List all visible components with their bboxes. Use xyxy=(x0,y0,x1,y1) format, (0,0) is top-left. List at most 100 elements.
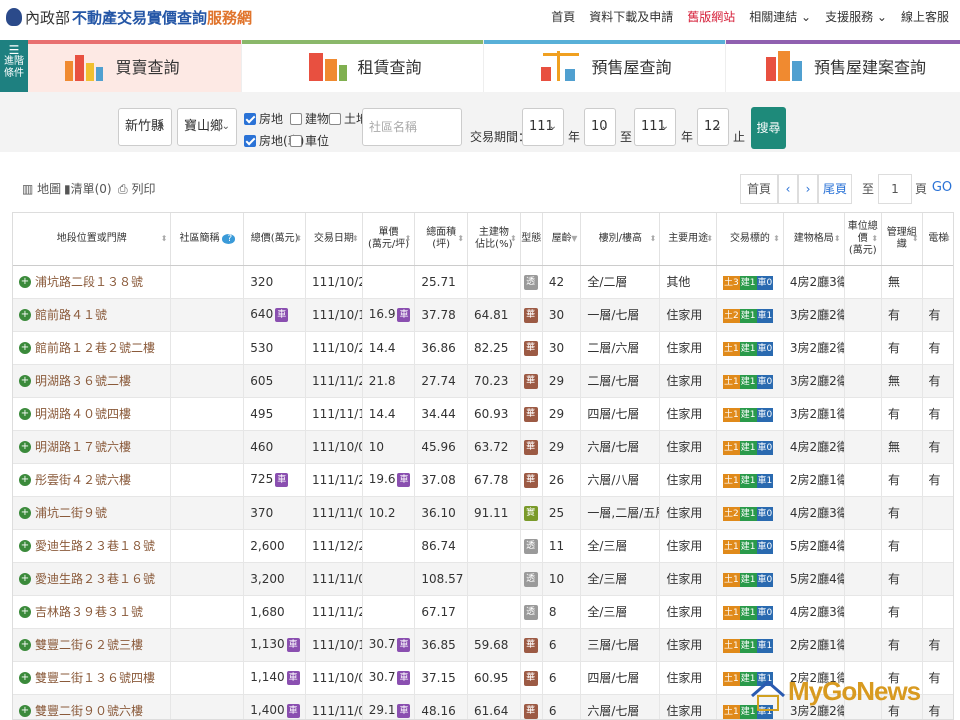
nav-service[interactable]: 線上客服 xyxy=(894,8,956,25)
nav-home[interactable]: 首頁 xyxy=(544,8,582,25)
go-button[interactable]: GO xyxy=(928,174,956,204)
address-cell[interactable]: + 雙豐二街６２號三樓 xyxy=(13,628,172,662)
checkbox-parking[interactable]: 車位 xyxy=(290,132,329,149)
map-button[interactable]: ▥ 地圖 xyxy=(22,180,61,197)
column-header[interactable]: 總價(萬元) ⬍ xyxy=(243,213,307,266)
expand-plus-icon[interactable]: + xyxy=(19,374,31,387)
first-page-button[interactable]: 首頁 xyxy=(740,174,778,204)
address[interactable]: + 館前路４１號 xyxy=(19,306,170,323)
community-input[interactable]: 社區名稱 xyxy=(362,108,462,146)
expand-plus-icon[interactable]: + xyxy=(19,704,31,717)
address[interactable]: + 雙豐二街１３６號四樓 xyxy=(19,669,170,686)
address-text[interactable]: 雙豐二街６２號三樓 xyxy=(35,636,143,653)
table-row[interactable]: + 浦坑路二段１３８號 320111/10/24 25.71 透 42全/二層其他土3建1… xyxy=(13,265,953,299)
page-input[interactable]: 1 xyxy=(878,174,912,204)
sort-icon[interactable]: ⬍ xyxy=(944,233,951,245)
address-text[interactable]: 館前路４１號 xyxy=(35,306,107,323)
column-header[interactable]: 屋齡 ▼ xyxy=(542,213,582,266)
address[interactable]: + 浦坑二街９號 xyxy=(19,504,170,521)
start-month-select[interactable]: 10 ⌄ xyxy=(584,108,616,146)
list-button[interactable]: ▮清單(0) xyxy=(64,180,112,197)
tab-sale[interactable]: 買賣查詢 xyxy=(0,40,241,92)
address[interactable]: + 明湖路３６號二樓 xyxy=(19,372,170,389)
address-text[interactable]: 明湖路４０號四樓 xyxy=(35,405,131,422)
address-cell[interactable]: + 浦坑路二段１３８號 xyxy=(13,265,172,299)
address-text[interactable]: 館前路１２巷２號二樓 xyxy=(35,339,155,356)
sort-icon[interactable]: ⬍ xyxy=(871,233,878,245)
address-text[interactable]: 彤雲街４２號六樓 xyxy=(35,471,131,488)
table-row[interactable]: + 館前路４１號 640車111/10/1316.9車37.7864.81華 30一層… xyxy=(13,298,953,332)
expand-plus-icon[interactable]: + xyxy=(19,473,31,486)
nav-support[interactable]: 支援服務 ⌄ xyxy=(818,8,894,25)
address-text[interactable]: 雙豐二街９０號六樓 xyxy=(35,702,143,719)
sort-icon[interactable]: ⬍ xyxy=(295,233,302,245)
address[interactable]: + 吉林路３９巷３１號 xyxy=(19,603,170,620)
nav-links[interactable]: 相關連結 ⌄ xyxy=(742,8,818,25)
next-page-button[interactable]: › xyxy=(798,174,818,204)
column-header[interactable]: 車位總價 (萬元) ⬍ xyxy=(844,213,883,266)
tab-presale-project[interactable]: 預售屋建案查詢 xyxy=(725,40,960,92)
expand-plus-icon[interactable]: + xyxy=(19,605,31,618)
address-text[interactable]: 浦坑路二段１３８號 xyxy=(35,273,143,290)
column-header[interactable]: 樓別/樓高 ⬍ xyxy=(580,213,661,266)
column-header[interactable]: 電梯 ⬍ xyxy=(922,213,953,266)
address-cell[interactable]: + 明湖路４０號四樓 xyxy=(13,397,172,431)
address[interactable]: + 浦坑路二段１３８號 xyxy=(19,273,170,290)
column-header[interactable]: 主建物 佔比(%) ⬍ xyxy=(467,213,521,266)
expand-plus-icon[interactable]: + xyxy=(19,572,31,585)
expand-plus-icon[interactable]: + xyxy=(19,308,31,321)
help-icon[interactable]: ? xyxy=(221,233,236,244)
address-cell[interactable]: + 雙豐二街１３６號四樓 xyxy=(13,661,172,695)
nav-old-site[interactable]: 舊版網站 xyxy=(680,8,742,25)
address-text[interactable]: 明湖路３６號二樓 xyxy=(35,372,131,389)
address[interactable]: + 明湖路１７號六樓 xyxy=(19,438,170,455)
address[interactable]: + 愛迪生路２３巷１６號 xyxy=(19,570,170,587)
sort-icon[interactable]: ⬍ xyxy=(834,233,841,245)
sort-icon[interactable]: ⬍ xyxy=(405,233,412,245)
table-row[interactable]: + 彤雲街４２號六樓 725車111/11/2619.6車37.0867.78華 26… xyxy=(13,463,953,497)
table-row[interactable]: + 雙豐二街６２號三樓 1,130車111/10/1330.7車36.8559.68… xyxy=(13,628,953,662)
expand-plus-icon[interactable]: + xyxy=(19,638,31,651)
address-text[interactable]: 明湖路１７號六樓 xyxy=(35,438,131,455)
column-header[interactable]: 主要用途 ⬍ xyxy=(659,213,718,266)
address[interactable]: + 館前路１２巷２號二樓 xyxy=(19,339,170,356)
sort-icon[interactable]: ⬍ xyxy=(912,233,919,245)
column-header[interactable]: 交易標的 ⬍ xyxy=(716,213,784,266)
tab-presale[interactable]: 預售屋查詢 xyxy=(483,40,725,92)
address-text[interactable]: 愛迪生路２３巷１６號 xyxy=(35,570,155,587)
town-select[interactable]: 寶山鄉 ⌄ xyxy=(177,108,237,146)
expand-plus-icon[interactable]: + xyxy=(19,275,31,288)
last-page-button[interactable]: 尾頁 xyxy=(818,174,852,204)
search-button[interactable]: 搜尋 xyxy=(751,107,786,149)
table-row[interactable]: + 明湖路４０號四樓 495111/11/1714.434.4460.93華 29四層… xyxy=(13,397,953,431)
expand-plus-icon[interactable]: + xyxy=(19,671,31,684)
site-logo[interactable]: 內政部 不動產交易實價查詢 服務網 xyxy=(6,5,252,29)
start-year-select[interactable]: 111 ⌄ xyxy=(522,108,564,146)
sort-icon[interactable]: ⬍ xyxy=(352,233,359,245)
expand-plus-icon[interactable]: + xyxy=(19,407,31,420)
expand-plus-icon[interactable]: + xyxy=(19,539,31,552)
table-row[interactable]: + 愛迪生路２３巷１８號 2,600111/12/20 86.74 透 11全/三層住家用… xyxy=(13,529,953,563)
sort-icon[interactable]: ⬍ xyxy=(457,233,464,245)
county-select[interactable]: 新竹縣 ⬍ xyxy=(118,108,172,146)
address[interactable]: + 雙豐二街６２號三樓 xyxy=(19,636,170,653)
address-cell[interactable]: + 彤雲街４２號六樓 xyxy=(13,463,172,497)
address-text[interactable]: 雙豐二街１３６號四樓 xyxy=(35,669,155,686)
print-button[interactable]: ⎙ 列印 xyxy=(118,180,155,197)
address-cell[interactable]: + 愛迪生路２３巷１８號 xyxy=(13,529,172,563)
address[interactable]: + 明湖路４０號四樓 xyxy=(19,405,170,422)
table-row[interactable]: + 明湖路１７號六樓 460111/10/091045.9663.72華 29六層/七… xyxy=(13,430,953,464)
address[interactable]: + 彤雲街４２號六樓 xyxy=(19,471,170,488)
address[interactable]: + 雙豐二街９０號六樓 xyxy=(19,702,170,719)
column-header[interactable]: 總面積 (坪) ⬍ xyxy=(414,213,469,266)
sort-icon[interactable]: ⬍ xyxy=(650,233,657,245)
column-header[interactable]: 建物格局 ⬍ xyxy=(783,213,845,266)
sort-icon[interactable]: ⬍ xyxy=(161,233,168,245)
column-header[interactable]: 地段位置或門牌 ⬍ xyxy=(13,213,172,266)
end-year-select[interactable]: 111 ⌄ xyxy=(634,108,676,146)
sort-icon[interactable]: ▼ xyxy=(571,233,577,245)
address-cell[interactable]: + 館前路１２巷２號二樓 xyxy=(13,331,172,365)
address-cell[interactable]: + 館前路４１號 xyxy=(13,298,172,332)
sort-icon[interactable]: ⬍ xyxy=(773,233,780,245)
address-cell[interactable]: + 吉林路３９巷３１號 xyxy=(13,595,172,629)
